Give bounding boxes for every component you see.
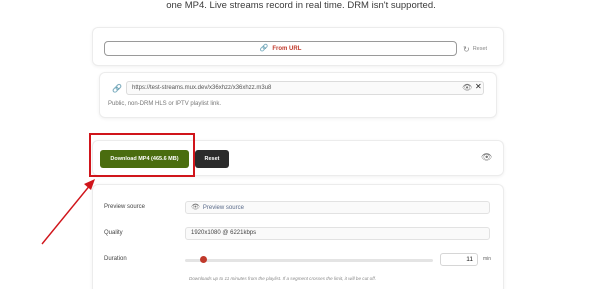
preview-source-label: Preview source bbox=[104, 204, 146, 210]
url-card: 🔗 https://test-streams.mux.dev/x36xhzz/x… bbox=[99, 72, 497, 118]
duration-help-text: Downloads up to 11 minutes from the play… bbox=[189, 276, 377, 281]
duration-input[interactable]: 11 bbox=[440, 253, 478, 266]
duration-label: Duration bbox=[104, 256, 127, 262]
clear-url-icon[interactable]: ✕ bbox=[475, 82, 482, 91]
from-url-label: From URL bbox=[272, 45, 302, 52]
quality-select[interactable]: 1920x1080 @ 6221kbps bbox=[185, 227, 490, 240]
duration-slider-track[interactable] bbox=[185, 259, 433, 262]
url-help-text: Public, non-DRM HLS or IPTV playlist lin… bbox=[108, 101, 222, 107]
highlight-box bbox=[89, 133, 195, 177]
preview-source-field[interactable]: 👁 Preview source bbox=[185, 201, 490, 214]
settings-card: Preview source 👁 Preview source Quality 1… bbox=[92, 184, 504, 289]
show-eye-icon[interactable]: 👁 bbox=[462, 83, 472, 92]
eye-icon: 👁 bbox=[191, 204, 200, 211]
refresh-icon: ↻ bbox=[463, 44, 470, 54]
source-reset-button[interactable]: ↻ Reset bbox=[463, 43, 487, 55]
intro-text: one MP4. Live streams record in real tim… bbox=[166, 0, 436, 11]
from-url-button[interactable]: 🔗 From URL bbox=[104, 41, 457, 56]
source-reset-label: Reset bbox=[472, 46, 488, 52]
page: one MP4. Live streams record in real tim… bbox=[0, 0, 602, 289]
duration-unit: min bbox=[483, 256, 492, 262]
link-icon: 🔗 bbox=[259, 45, 269, 52]
url-link-icon: 🔗 bbox=[112, 84, 122, 93]
quality-label: Quality bbox=[104, 230, 123, 236]
reset-button[interactable]: Reset bbox=[195, 150, 229, 168]
preview-eye-icon[interactable]: 👁 bbox=[481, 152, 492, 163]
source-card: 🔗 From URL ↻ Reset bbox=[92, 27, 504, 66]
preview-source-value: Preview source bbox=[202, 205, 244, 211]
url-input[interactable]: https://test-streams.mux.dev/x36xhzz/x36… bbox=[126, 81, 484, 95]
duration-slider-thumb[interactable] bbox=[200, 256, 207, 263]
